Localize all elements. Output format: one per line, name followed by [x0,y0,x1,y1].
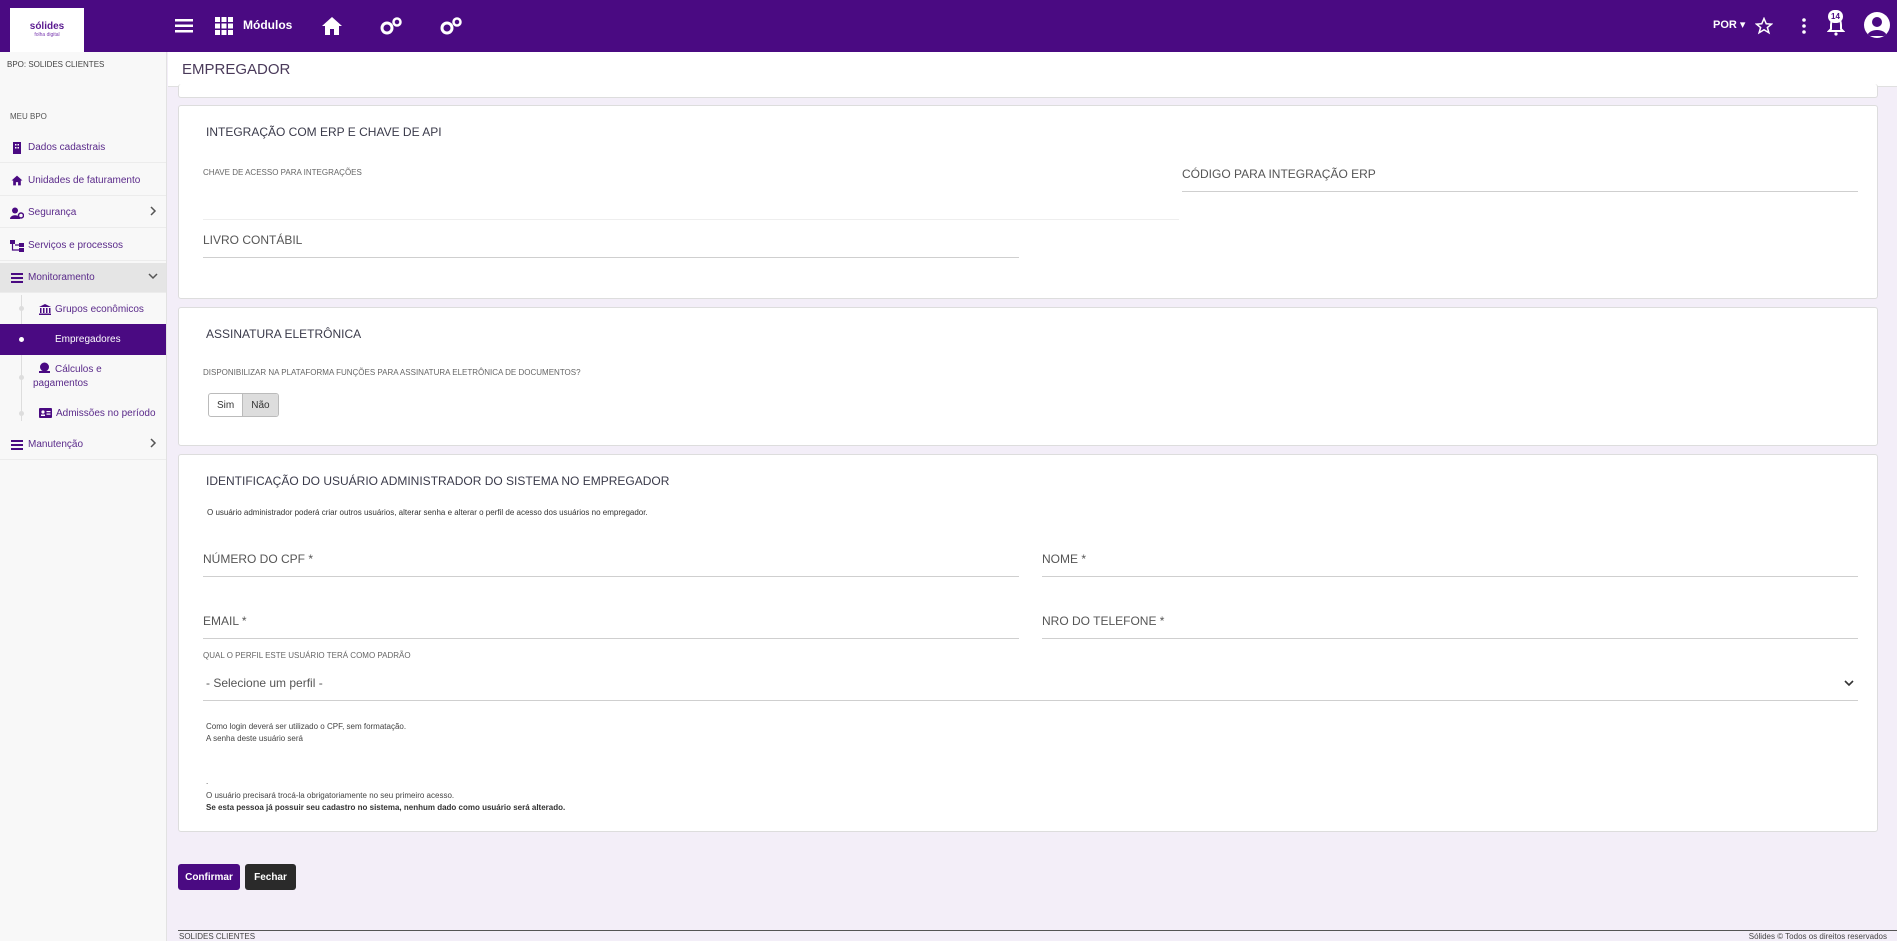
cpf-label: NÚMERO DO CPF * [203,552,314,566]
settings-gears-icon[interactable] [439,14,463,38]
esign-toggle[interactable]: Sim Não [208,393,279,417]
more-vertical-icon[interactable] [1792,14,1816,38]
esign-title: ASSINATURA ELETRÔNICA [206,327,362,341]
building-icon [10,141,24,155]
user-lock-icon [10,206,24,220]
sidebar-item-label: Unidades de faturamento [28,175,141,186]
admin-description: O usuário administrador poderá criar out… [207,508,648,517]
admin-card: IDENTIFICAÇÃO DO USUÁRIO ADMINISTRADOR D… [178,454,1878,832]
ledger-label: LIVRO CONTÁBIL [203,233,303,247]
note-login: Como login deverá ser utilizado o CPF, s… [206,722,407,731]
erp-card: INTEGRAÇÃO COM ERP E CHAVE DE API CHAVE … [178,105,1878,299]
api-key-field[interactable] [203,178,1179,220]
erp-code-field[interactable]: CÓDIGO PARA INTEGRAÇÃO ERP [1182,154,1858,192]
home-icon[interactable] [320,14,344,38]
sidebar-item-label: Serviços e processos [28,240,124,251]
modules-label[interactable]: Módulos [243,18,292,32]
notification-badge: 14 [1828,10,1843,23]
api-key-label: CHAVE DE ACESSO PARA INTEGRAÇÕES [203,168,362,177]
note-change: O usuário precisará trocá-la obrigatoria… [206,791,455,800]
note-password: A senha deste usuário será [206,734,303,743]
page-title: EMPREGADOR [182,61,291,78]
erp-title: INTEGRAÇÃO COM ERP E CHAVE DE API [206,125,442,139]
home-icon [10,174,24,188]
logo-line1: sólides [29,21,65,32]
sidebar-subitem-label: Admissões no período [56,407,156,419]
name-label: NOME * [1042,552,1087,566]
note-dot: . [206,777,209,786]
sidebar-item-dados-cadastrais[interactable]: Dados cadastrais [0,133,166,163]
logo[interactable]: sólides folha digital [10,8,84,52]
list-icon [10,438,24,452]
confirm-button[interactable]: Confirmar [178,864,240,890]
footer-left: SOLIDES CLIENTES [179,932,256,941]
logo-line2: folha digital [34,32,60,38]
phone-field[interactable]: NRO DO TELEFONE * [1042,595,1858,639]
sidebar-subitem-calculos[interactable]: Cálculos e pagamentos [0,362,166,392]
sidebar-item-servicos[interactable]: Serviços e processos [0,231,166,261]
tenant-label: BPO: SOLIDES CLIENTES [7,60,105,69]
sidebar-subitem-empregadores[interactable]: Empregadores [0,324,166,355]
page-header: EMPREGADOR [168,52,1897,87]
esign-no-option[interactable]: Não [242,394,278,416]
chevron-down-icon [148,271,158,281]
email-field[interactable]: EMAIL * [203,595,1019,639]
section-label: MEU BPO [10,112,47,121]
bank-icon [39,303,51,315]
language-label: POR [1713,19,1737,31]
star-icon[interactable] [1752,14,1776,38]
sidebar-subitem-grupos[interactable]: Grupos econômicos [0,297,166,321]
top-bar: sólides folha digital Módulos POR ▾ 14 [0,0,1897,52]
user-avatar[interactable] [1864,12,1890,38]
sidebar-item-seguranca[interactable]: Segurança [0,198,166,228]
esign-question: DISPONIBILIZAR NA PLATAFORMA FUNÇÕES PAR… [203,368,581,377]
id-card-icon [39,408,52,418]
close-button[interactable]: Fechar [245,864,296,890]
name-field[interactable]: NOME * [1042,533,1858,577]
footer-right: Sólides © Todos os direitos reservados [1748,932,1887,941]
erp-code-label: CÓDIGO PARA INTEGRAÇÃO ERP [1182,167,1376,181]
chevron-down-icon [1844,680,1854,687]
sidebar-item-monitoramento[interactable]: Monitoramento [0,263,166,293]
note-existing: Se esta pessoa já possuir seu cadastro n… [206,803,566,812]
previous-card-edge [178,84,1878,98]
sitemap-icon [10,239,24,253]
gears-icon[interactable] [379,14,403,38]
sidebar-subitem-admissoes[interactable]: Admissões no período [0,401,166,425]
profile-question: QUAL O PERFIL ESTE USUÁRIO TERÁ COMO PAD… [203,651,411,660]
sidebar-subitem-label: Empregadores [55,334,121,345]
grid-icon[interactable] [212,14,236,38]
sidebar-item-unidades[interactable]: Unidades de faturamento [0,166,166,196]
sidebar-item-label: Manutenção [28,439,84,450]
sidebar-item-label: Monitoramento [28,272,95,283]
sidebar-item-label: Segurança [28,207,77,218]
esign-yes-option[interactable]: Sim [209,394,242,416]
profile-select[interactable]: - Selecione um perfil - [203,661,1858,701]
chevron-right-icon [148,438,158,448]
language-selector[interactable]: POR ▾ [1713,18,1745,31]
sidebar-item-label: Dados cadastrais [28,142,106,153]
ledger-field[interactable]: LIVRO CONTÁBIL [203,218,1019,258]
cpf-field[interactable]: NÚMERO DO CPF * [203,533,1019,577]
footer-divider [178,930,1897,931]
chevron-right-icon [148,206,158,216]
sidebar-subitem-label: Grupos econômicos [55,303,144,315]
menu-icon[interactable] [172,14,196,38]
email-label: EMAIL * [203,614,247,628]
sidebar-item-manutencao[interactable]: Manutenção [0,430,166,460]
phone-label: NRO DO TELEFONE * [1042,614,1165,628]
active-dot [19,337,24,342]
profile-select-value: - Selecione um perfil - [206,676,323,690]
money-icon [39,362,51,377]
esign-card: ASSINATURA ELETRÔNICA DISPONIBILIZAR NA … [178,307,1878,446]
list-icon [10,271,24,285]
admin-title: IDENTIFICAÇÃO DO USUÁRIO ADMINISTRADOR D… [206,474,670,488]
